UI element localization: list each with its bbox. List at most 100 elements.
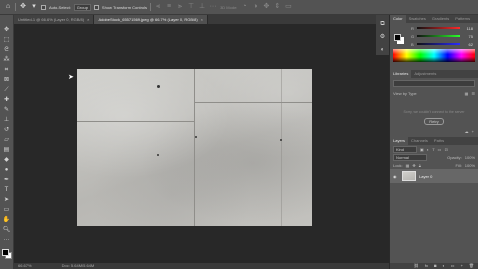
healing-icon[interactable]: ✚ bbox=[3, 96, 11, 104]
properties-icon[interactable]: ⚙ bbox=[379, 33, 387, 41]
align-top-icon[interactable]: ⊤ bbox=[187, 3, 195, 11]
fill-value[interactable]: 100% bbox=[465, 163, 475, 168]
tab-patterns[interactable]: Patterns bbox=[452, 15, 473, 23]
tab-adobestock[interactable]: AdobeStock_65571569.jpeg @ 66.7% (Layer … bbox=[94, 15, 209, 24]
lasso-icon[interactable]: ᘓ bbox=[3, 46, 11, 54]
layer-row[interactable]: ◉ Layer 0 bbox=[390, 169, 478, 183]
mask-icon[interactable]: ◙ bbox=[434, 263, 436, 269]
history-brush-icon[interactable]: ↺ bbox=[3, 126, 11, 134]
blur-icon[interactable]: ◆ bbox=[3, 156, 11, 164]
stamp-icon[interactable]: ⊥ bbox=[3, 116, 11, 124]
red-slider[interactable] bbox=[416, 27, 460, 29]
retry-button[interactable]: Retry bbox=[424, 118, 444, 125]
align-center-icon[interactable]: ≡ bbox=[165, 3, 173, 11]
filter-smart-icon[interactable]: ⊡ bbox=[444, 147, 447, 152]
document-image[interactable] bbox=[77, 69, 312, 226]
dodge-icon[interactable]: ● bbox=[3, 166, 11, 174]
tab-channels[interactable]: Channels bbox=[408, 137, 431, 145]
align-right-icon[interactable]: ⫸ bbox=[176, 3, 184, 11]
pen-icon[interactable]: ✒ bbox=[3, 176, 11, 184]
panel-seam bbox=[77, 121, 194, 122]
red-value[interactable]: 118 bbox=[463, 26, 473, 31]
transform-controls-checkbox[interactable] bbox=[93, 4, 99, 10]
tab-libraries[interactable]: Libraries bbox=[390, 70, 412, 78]
hand-icon[interactable]: ✋ bbox=[3, 216, 11, 224]
canvas-area[interactable]: ➤ bbox=[14, 24, 389, 263]
eraser-icon[interactable]: ▱ bbox=[3, 136, 11, 144]
link-layers-icon[interactable]: ⛓ bbox=[414, 263, 419, 269]
adjustment-layer-icon[interactable]: ◐ bbox=[442, 263, 444, 269]
opacity-value[interactable]: 100% bbox=[465, 155, 475, 160]
3d-pan-icon[interactable]: ✥ bbox=[262, 3, 270, 11]
zoom-icon[interactable]: 🔍︎ bbox=[3, 226, 11, 234]
gradient-icon[interactable]: ▤ bbox=[3, 146, 11, 154]
tab-layers[interactable]: Layers bbox=[390, 137, 409, 145]
adjustments-icon[interactable]: ◐ bbox=[379, 46, 387, 54]
type-icon[interactable]: T bbox=[3, 186, 11, 194]
tab-paths[interactable]: Paths bbox=[431, 137, 447, 145]
lock-all-icon[interactable]: 🔒︎ bbox=[419, 163, 421, 168]
close-icon[interactable]: × bbox=[87, 17, 89, 22]
dropdown-icon[interactable]: ▾ bbox=[30, 3, 38, 11]
tab-untitled-1[interactable]: Untitled-1 @ 66.6% (Layer 0, RGB/8) × bbox=[14, 15, 95, 24]
history-icon[interactable]: ⧉ bbox=[379, 20, 387, 28]
shape-icon[interactable]: ▭ bbox=[3, 206, 11, 214]
frame-icon[interactable]: ⊠ bbox=[3, 76, 11, 84]
filter-adjust-icon[interactable]: ◐ bbox=[427, 147, 429, 152]
trash-icon[interactable]: 🗑︎ bbox=[469, 263, 474, 269]
filter-shape-icon[interactable]: ▭ bbox=[438, 147, 442, 152]
3d-scale-icon[interactable]: ▭ bbox=[284, 3, 292, 11]
auto-select-checkbox[interactable] bbox=[41, 4, 46, 10]
align-left-icon[interactable]: ⫷ bbox=[154, 3, 162, 11]
blue-value[interactable]: 62 bbox=[463, 42, 473, 47]
group-select[interactable]: Group bbox=[73, 3, 91, 11]
library-search[interactable] bbox=[393, 80, 475, 87]
panel-seam bbox=[195, 102, 312, 103]
list-view-icon[interactable]: ☰ bbox=[471, 91, 475, 96]
edit-toolbar-icon[interactable]: ··· bbox=[3, 236, 11, 244]
zoom-level[interactable]: 66.67% bbox=[18, 263, 32, 269]
foreground-color-swatch[interactable] bbox=[2, 249, 9, 256]
brush-icon[interactable]: ✎ bbox=[3, 106, 11, 114]
path-select-icon[interactable]: ➤ bbox=[3, 196, 11, 204]
lock-pixels-icon[interactable]: ▦ bbox=[406, 163, 410, 168]
tab-color[interactable]: Color bbox=[390, 15, 406, 23]
home-icon[interactable]: ⌂ bbox=[4, 3, 12, 11]
blue-slider[interactable] bbox=[416, 43, 460, 45]
marquee-icon[interactable]: ⬚ bbox=[3, 36, 11, 44]
fx-icon[interactable]: fx bbox=[425, 263, 428, 269]
close-icon[interactable]: × bbox=[201, 17, 203, 22]
move-tool-icon[interactable]: ✥ bbox=[19, 3, 27, 11]
align-middle-icon[interactable]: ⊥ bbox=[198, 3, 206, 11]
3d-roll-icon[interactable]: ◑ bbox=[251, 3, 259, 11]
3d-orbit-icon[interactable]: ◔ bbox=[240, 3, 248, 11]
green-value[interactable]: 75 bbox=[463, 34, 473, 39]
layer-name[interactable]: Layer 0 bbox=[419, 174, 432, 179]
eyedropper-icon[interactable]: ⟋ bbox=[3, 86, 11, 94]
tab-adjustments[interactable]: Adjustments bbox=[411, 70, 439, 78]
filter-pixel-icon[interactable]: ▣ bbox=[420, 147, 424, 152]
view-by-select[interactable]: View by Type bbox=[393, 91, 417, 96]
tab-gradients[interactable]: Gradients bbox=[429, 15, 452, 23]
pointer-cursor-icon: ➤ bbox=[68, 74, 74, 81]
new-layer-icon[interactable]: + bbox=[461, 263, 463, 269]
more-icon[interactable]: ··· bbox=[209, 3, 217, 11]
blend-mode-select[interactable]: Normal bbox=[393, 153, 427, 161]
crop-icon[interactable]: ⌗ bbox=[3, 66, 11, 74]
cloud-icon[interactable]: ☁ bbox=[465, 129, 469, 134]
filter-type-icon[interactable]: T bbox=[432, 147, 434, 152]
3d-slide-icon[interactable]: ⇕ bbox=[273, 3, 281, 11]
opacity-label: Opacity: bbox=[447, 154, 462, 160]
fg-bg-color-picker[interactable] bbox=[394, 34, 404, 44]
lock-position-icon[interactable]: ✥ bbox=[412, 163, 415, 168]
color-spectrum[interactable] bbox=[393, 49, 475, 62]
green-slider[interactable] bbox=[417, 35, 460, 37]
visibility-eye-icon[interactable]: ◉ bbox=[393, 174, 399, 179]
move-icon[interactable]: ✥ bbox=[3, 26, 11, 34]
kind-select[interactable]: Kind bbox=[393, 145, 417, 153]
add-icon[interactable]: + bbox=[472, 129, 474, 134]
tab-swatches[interactable]: Swatches bbox=[406, 15, 429, 23]
magic-wand-icon[interactable]: ⁂ bbox=[3, 56, 11, 64]
group-icon[interactable]: ▭ bbox=[451, 263, 455, 269]
grid-view-icon[interactable]: ▦ bbox=[465, 91, 469, 96]
